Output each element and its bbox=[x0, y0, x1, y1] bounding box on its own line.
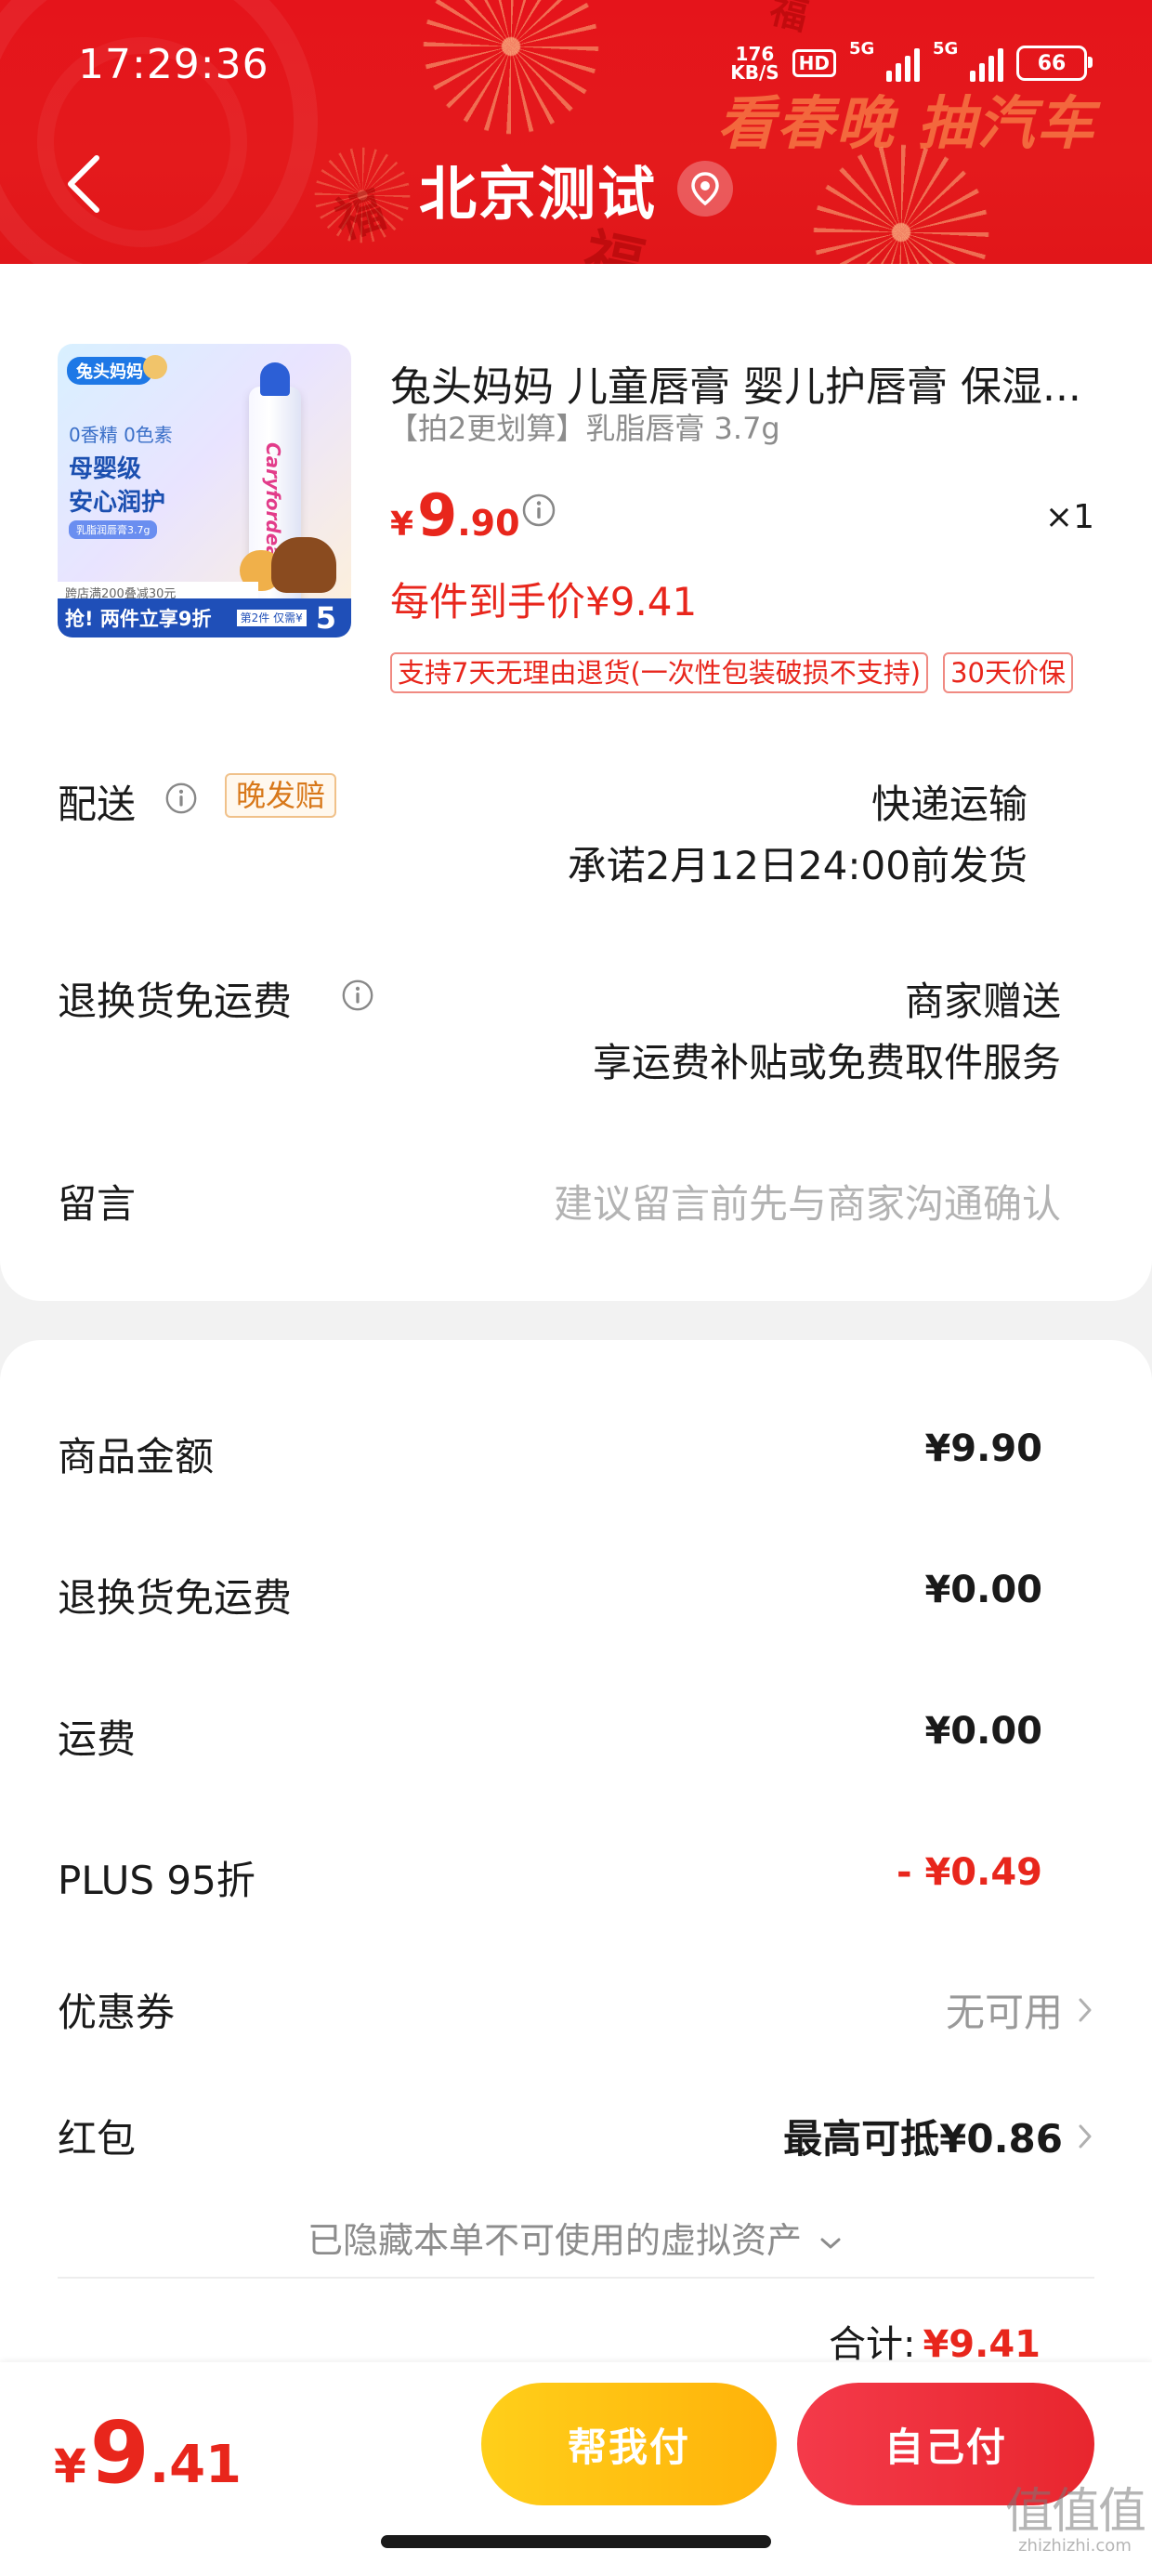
summary-value-shipping: ¥0.00 bbox=[924, 1710, 1042, 1753]
product-image-brand: 兔头妈妈 bbox=[67, 357, 152, 385]
return-shipping-description: 享运费补贴或免费取件服务 bbox=[592, 1040, 1061, 1085]
price-decimal: .90 bbox=[457, 503, 520, 544]
product-image-text: 0香精 0色素 bbox=[69, 424, 173, 446]
price-symbol: ¥ bbox=[54, 2439, 86, 2493]
hidden-assets-text: 已隐藏本单不可使用的虚拟资产 bbox=[307, 2220, 802, 2261]
product-image-promo-bar: 抢! 两件立享9折 第2件 仅需¥ 5 bbox=[58, 598, 351, 637]
product-price: ¥ 9 .90 bbox=[390, 481, 520, 549]
brand-logo-icon bbox=[143, 355, 167, 379]
delivery-promise: 承诺2月12日24:00前发货 bbox=[567, 843, 1028, 888]
red-packet-label: 红包 bbox=[58, 2116, 137, 2162]
delivery-label: 配送 bbox=[58, 782, 137, 827]
checkout-price: ¥ 9 .41 bbox=[54, 2403, 242, 2503]
product-image-promo-small: 第2件 仅需¥ bbox=[236, 610, 307, 626]
order-product-card: 兔头妈妈 0香精 0色素 母婴级 安心润护 乳脂润唇膏3.7g Caryford… bbox=[0, 264, 1152, 1301]
summary-value-plus-discount: - ¥0.49 bbox=[896, 1851, 1042, 1894]
total-label: 合计: bbox=[828, 2323, 916, 2366]
message-label: 留言 bbox=[58, 1181, 137, 1227]
chevron-right-icon bbox=[1079, 1998, 1092, 2021]
header: 福 福 福 看春晚 抽汽车 17:29:36 176 KB/S HD 5G 5G… bbox=[0, 0, 1152, 264]
location-pin-icon[interactable] bbox=[677, 161, 733, 217]
product-image-text: 母婴级 bbox=[69, 455, 142, 483]
price-symbol: ¥ bbox=[390, 506, 414, 544]
status-time: 17:29:36 bbox=[78, 41, 269, 88]
summary-label-goods: 商品金额 bbox=[58, 1434, 215, 1479]
return-shipping-label: 退换货免运费 bbox=[58, 979, 293, 1024]
coupon-label: 优惠券 bbox=[58, 1990, 176, 2035]
summary-value-goods: ¥9.90 bbox=[924, 1427, 1042, 1470]
product-image-text: 安心润护 bbox=[69, 489, 166, 517]
service-tag-price-protect: 30天价保 bbox=[943, 652, 1073, 693]
product-image-promo-num: 5 bbox=[315, 600, 336, 636]
watermark-url: zhizhizhi.com bbox=[1018, 2536, 1132, 2556]
signal-label: 5G bbox=[849, 39, 875, 59]
product-image-chip: 乳脂润唇膏3.7g bbox=[69, 520, 158, 539]
network-speed: 176 KB/S bbox=[730, 45, 779, 82]
summary-label-return-shipping: 退换货免运费 bbox=[58, 1575, 293, 1621]
product-quantity: ×1 bbox=[1044, 498, 1094, 536]
price-integer: 9 bbox=[89, 2403, 150, 2503]
chevron-down-icon bbox=[820, 2238, 841, 2248]
info-icon[interactable] bbox=[520, 492, 557, 529]
total-value: ¥9.41 bbox=[923, 2323, 1041, 2366]
summary-label-plus: PLUS 95折 bbox=[58, 1858, 255, 1903]
summary-label-shipping: 运费 bbox=[58, 1716, 137, 1762]
watermark: 值值值 zhizhizhi.com bbox=[1004, 2472, 1146, 2556]
product-title[interactable]: 兔头妈妈 儿童唇膏 婴儿护唇膏 保湿... bbox=[390, 353, 1096, 413]
product-image[interactable]: 兔头妈妈 0香精 0色素 母婴级 安心润护 乳脂润唇膏3.7g Caryford… bbox=[58, 344, 351, 637]
order-total: 合计: ¥9.41 bbox=[829, 2314, 1041, 2368]
signal-icon: 5G bbox=[933, 39, 1003, 82]
chevron-right-icon bbox=[1079, 2124, 1092, 2148]
network-speed-value: 176 bbox=[735, 43, 775, 65]
page-title[interactable]: 北京测试 bbox=[419, 147, 657, 230]
status-icons: 176 KB/S HD 5G 5G 66 bbox=[730, 39, 1093, 82]
coupon-value: 无可用 bbox=[945, 1990, 1063, 2035]
coupon-selector[interactable]: 无可用 bbox=[946, 1981, 1094, 2038]
service-tags: 支持7天无理由退货(一次性包装破损不支持) 30天价保 bbox=[390, 652, 1073, 693]
product-spec[interactable]: 【拍2更划算】乳脂唇膏 3.7g bbox=[388, 405, 780, 448]
battery-level: 66 bbox=[1037, 51, 1067, 75]
signal-icon: 5G bbox=[849, 39, 920, 82]
price-integer: 9 bbox=[417, 481, 458, 549]
hidden-assets-toggle[interactable]: 已隐藏本单不可使用的虚拟资产 bbox=[0, 2212, 1152, 2263]
product-image-promo-text: 抢! 两件立享9折 bbox=[65, 608, 212, 630]
final-unit-price: 每件到手价¥9.41 bbox=[390, 579, 698, 624]
cartoon-bear-icon bbox=[271, 537, 336, 593]
fu-decoration: 福 bbox=[766, 0, 813, 40]
service-tag-return: 支持7天无理由退货(一次性包装破损不支持) bbox=[390, 652, 929, 693]
help-me-pay-button[interactable]: 帮我付 bbox=[481, 2383, 777, 2505]
summary-value-return-shipping: ¥0.00 bbox=[924, 1569, 1042, 1611]
hd-icon: HD bbox=[792, 49, 836, 77]
info-icon[interactable] bbox=[164, 781, 199, 816]
late-delivery-compensation-badge[interactable]: 晚发赔 bbox=[225, 773, 337, 818]
watermark-logo: 值值值 bbox=[1004, 2484, 1146, 2540]
info-icon[interactable] bbox=[340, 978, 375, 1013]
red-packet-selector[interactable]: 最高可抵¥0.86 bbox=[783, 2108, 1094, 2164]
divider bbox=[58, 2277, 1094, 2279]
price-decimal: .41 bbox=[149, 2435, 242, 2495]
red-packet-value: 最高可抵¥0.86 bbox=[783, 2116, 1063, 2162]
return-shipping-provider: 商家赠送 bbox=[904, 979, 1061, 1024]
price-summary-card: 商品金额 ¥9.90 退换货免运费 ¥0.00 运费 ¥0.00 PLUS 95… bbox=[0, 1340, 1152, 2366]
signal-label: 5G bbox=[933, 39, 959, 59]
delivery-method[interactable]: 快递运输 bbox=[871, 773, 1028, 830]
home-indicator[interactable] bbox=[381, 2535, 771, 2548]
firework-decoration bbox=[409, 0, 613, 149]
network-speed-unit: KB/S bbox=[730, 61, 779, 84]
battery-icon: 66 bbox=[1016, 46, 1093, 81]
message-input[interactable]: 建议留言前先与商家沟通确认 bbox=[554, 1173, 1061, 1229]
address-selector[interactable]: 北京测试 bbox=[0, 147, 1152, 230]
